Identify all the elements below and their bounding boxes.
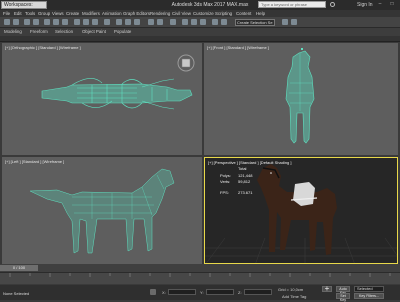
tab-modeling[interactable]: Modeling: [4, 28, 22, 36]
link-icon[interactable]: [24, 19, 30, 25]
select-icon[interactable]: [44, 19, 50, 25]
move-icon[interactable]: [74, 19, 80, 25]
minimize-button[interactable]: –: [374, 0, 386, 9]
rotate-icon[interactable]: [83, 19, 89, 25]
maximize-button[interactable]: □: [386, 0, 398, 9]
menu-views[interactable]: Views: [52, 10, 64, 17]
render-frame-icon[interactable]: [291, 19, 297, 25]
layer-icon[interactable]: [170, 19, 176, 25]
title-bar: Workspaces: Default Autodesk 3ds Max 201…: [0, 0, 400, 15]
tab-freeform[interactable]: Freeform: [30, 28, 48, 36]
schematic-icon[interactable]: [191, 19, 197, 25]
selection-set-dropdown[interactable]: Create Selection Se: [235, 19, 275, 26]
menu-create[interactable]: Create: [66, 10, 79, 17]
viewcube-icon[interactable]: [2, 43, 202, 155]
track-bar-ticks: [9, 273, 391, 277]
add-key-icon[interactable]: +: [322, 285, 332, 293]
align-icon[interactable]: [157, 19, 163, 25]
menu-rendering[interactable]: Rendering: [150, 10, 170, 17]
selected-dropdown[interactable]: Selected: [354, 286, 384, 292]
pivot-icon[interactable]: [104, 19, 110, 25]
grid-size: Grid = 10,0cm: [278, 287, 304, 292]
tab-selection[interactable]: Selection: [55, 28, 73, 36]
menu-edit[interactable]: Edit: [14, 10, 22, 17]
y-label: Y:: [200, 290, 204, 295]
scale-icon[interactable]: [92, 19, 98, 25]
menu-scripting[interactable]: Scripting: [215, 10, 232, 17]
material-editor-icon[interactable]: [200, 19, 206, 25]
percent-snap-icon[interactable]: [134, 19, 140, 25]
menu-file[interactable]: File: [3, 10, 10, 17]
menu-graph-editors[interactable]: Graph Editors: [123, 10, 150, 17]
menu-bar: File Edit Tools Group Views Create Modif…: [0, 10, 400, 17]
menu-tools[interactable]: Tools: [25, 10, 35, 17]
viewport-left[interactable]: [+] [Left ] [Standard ] [Wireframe ]: [2, 157, 202, 264]
redo-icon[interactable]: [13, 19, 19, 25]
set-key-button[interactable]: Set Key: [336, 293, 350, 302]
search-input[interactable]: Type a keyword or phrase: [258, 1, 326, 8]
curve-editor-icon[interactable]: [182, 19, 188, 25]
auto-key-button[interactable]: Auto Key: [336, 286, 350, 295]
window-title: Autodesk 3ds Max 2017 MAX.max: [171, 2, 249, 8]
mirror-icon[interactable]: [148, 19, 154, 25]
status-bar: None Selected X: Y: Z: Grid = 10,0cm Add…: [0, 285, 400, 302]
x-label: X:: [162, 290, 166, 295]
menu-customize[interactable]: Customize: [193, 10, 214, 17]
menu-help[interactable]: Help: [256, 10, 265, 17]
menu-content[interactable]: Content: [236, 10, 251, 17]
track-bar[interactable]: [0, 272, 400, 284]
teapot-render-icon[interactable]: [282, 19, 288, 25]
z-coordinate-field[interactable]: [244, 289, 272, 295]
render-setup-icon[interactable]: [212, 19, 218, 25]
tab-object-paint[interactable]: Object Paint: [82, 28, 106, 36]
horse-wireframe-left: [29, 168, 175, 254]
x-coordinate-field[interactable]: [168, 289, 196, 295]
undo-icon[interactable]: [4, 19, 10, 25]
viewport-perspective[interactable]: [+] [Perspective ] [Standard ] [Default …: [204, 157, 398, 264]
angle-snap-icon[interactable]: [125, 19, 131, 25]
menu-civil-view[interactable]: Civil View: [172, 10, 191, 17]
ribbon-panel: [0, 36, 400, 42]
sign-in-link[interactable]: Sign In: [357, 0, 373, 10]
key-filters-button[interactable]: Key Filters...: [354, 293, 384, 299]
horse-shaded-model: [257, 164, 337, 255]
selection-status: None Selected: [3, 291, 30, 296]
viewport-front[interactable]: [+] [Front ] [Standard ] [Wireframe ]: [204, 43, 398, 155]
render-icon[interactable]: [221, 19, 227, 25]
y-coordinate-field[interactable]: [206, 289, 234, 295]
time-slider: 0 / 100: [0, 264, 400, 272]
select-name-icon[interactable]: [53, 19, 59, 25]
z-label: Z:: [238, 290, 242, 295]
viewport-top[interactable]: [+] [Orthographic ] [Standard ] [Wirefra…: [2, 43, 202, 155]
menu-group[interactable]: Group: [38, 10, 50, 17]
time-slider-thumb[interactable]: 0 / 100: [0, 265, 38, 271]
menu-modifiers[interactable]: Modifiers: [82, 10, 100, 17]
workspace-dropdown[interactable]: Workspaces: Default: [1, 1, 47, 15]
main-toolbar: Create Selection Se: [0, 17, 400, 28]
lock-selection-icon[interactable]: [150, 289, 156, 295]
snap-icon[interactable]: [116, 19, 122, 25]
unlink-icon[interactable]: [33, 19, 39, 25]
add-time-tag-button[interactable]: Add Time Tag: [282, 294, 306, 299]
ribbon-tabs: Modeling Freeform Selection Object Paint…: [0, 28, 400, 36]
tab-populate[interactable]: Populate: [114, 28, 131, 36]
search-icon[interactable]: [330, 2, 335, 7]
horse-wireframe-front: [285, 48, 315, 144]
region-icon[interactable]: [62, 19, 68, 25]
menu-animation[interactable]: Animation: [102, 10, 122, 17]
